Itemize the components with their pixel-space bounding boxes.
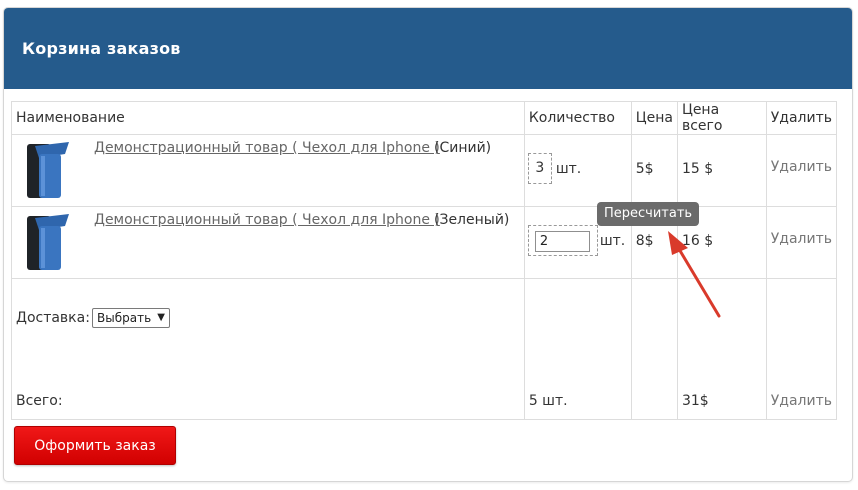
quantity-field[interactable]: 3	[527, 153, 552, 184]
header-name: Наименование	[11, 101, 525, 135]
phone-case-thumbnail-icon[interactable]	[25, 212, 73, 272]
product-name[interactable]: Демонстрационный товар ( Чехол для Iphon…	[94, 212, 440, 228]
product-variant: (Синий)	[434, 140, 492, 156]
total-price: 31$	[681, 393, 709, 409]
annotation-arrow-icon	[668, 231, 721, 318]
row-total: 15 $	[681, 161, 714, 177]
quantity-box	[527, 225, 598, 256]
total-quantity: 5 шт.	[528, 393, 568, 409]
header-delete: Удалить	[765, 101, 838, 135]
unit-price: 8$	[635, 233, 654, 249]
quantity-unit: шт.	[555, 161, 582, 177]
header-price: Цена	[630, 101, 678, 135]
product-name[interactable]: Демонстрационный товар ( Чехол для Iphon…	[94, 140, 440, 156]
phone-case-thumbnail-icon[interactable]	[25, 140, 73, 200]
table-header-row: Наименование Количество Цена Цена всего …	[11, 101, 838, 135]
header-total: Цена всего	[676, 101, 767, 135]
panel-header: Корзина заказов	[4, 8, 852, 89]
product-link[interactable]: Демонстрационный товар ( Чехол для Iphon…	[94, 212, 440, 228]
delivery-select[interactable]: Выбрать ▼	[92, 308, 170, 328]
delete-link[interactable]: Удалить	[771, 159, 832, 175]
unit-price: 5$	[635, 161, 654, 177]
delete-link[interactable]: Удалить	[771, 231, 832, 247]
product-link[interactable]: Демонстрационный товар ( Чехол для Iphon…	[94, 140, 440, 156]
quantity-input[interactable]	[534, 231, 590, 252]
delivery-select-value: Выбрать	[97, 311, 152, 325]
table-row: Демонстрационный товар ( Чехол для Iphon…	[11, 134, 838, 207]
product-variant: (Зеленый)	[434, 212, 510, 228]
checkout-button[interactable]: Оформить заказ	[14, 426, 176, 465]
delivery-label: Доставка:	[16, 310, 90, 326]
total-label: Всего:	[16, 393, 63, 409]
page-title: Корзина заказов	[22, 39, 181, 58]
dropdown-arrow-icon: ▼	[157, 312, 165, 323]
header-qty: Количество	[523, 101, 632, 135]
delete-all-link[interactable]: Удалить	[771, 393, 832, 409]
quantity-unit: шт.	[599, 233, 626, 249]
recalculate-tooltip[interactable]: Пересчитать	[597, 202, 700, 226]
